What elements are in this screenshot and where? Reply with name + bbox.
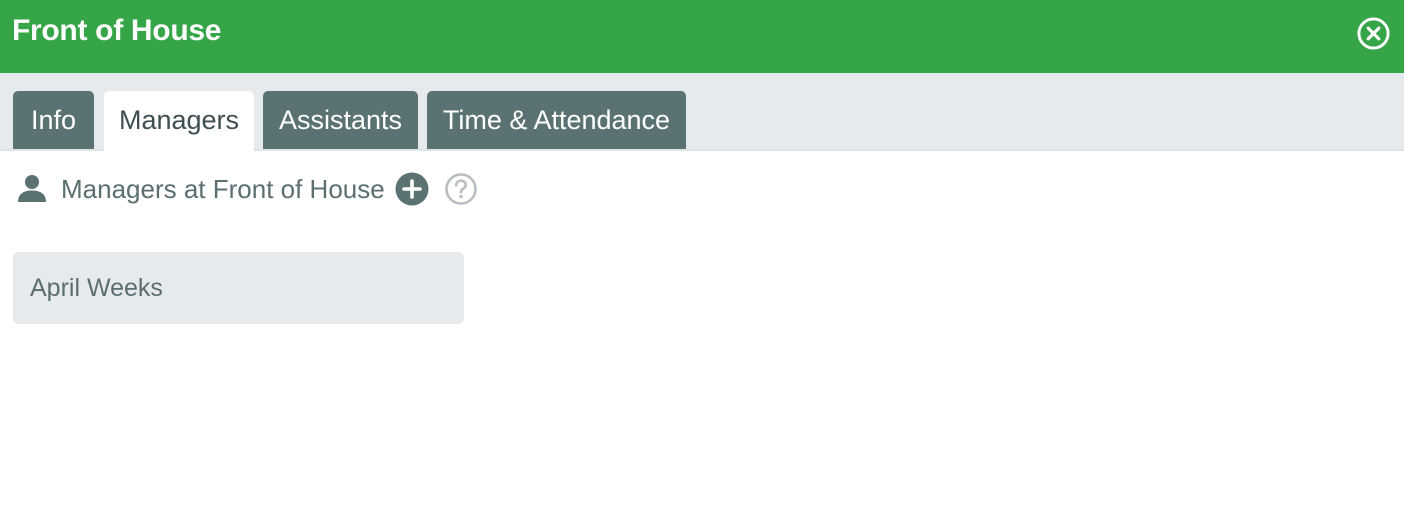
person-icon: [18, 175, 46, 202]
add-icon[interactable]: [395, 172, 429, 206]
tab-bar: Info Managers Assistants Time & Attendan…: [0, 73, 1404, 151]
window-title: Front of House: [12, 14, 222, 47]
section-title: Managers at Front of House: [61, 174, 385, 204]
help-icon[interactable]: [444, 172, 478, 206]
tab-time-attendance[interactable]: Time & Attendance: [427, 91, 686, 149]
tab-info[interactable]: Info: [13, 91, 94, 149]
managers-section-header: Managers at Front of House: [0, 168, 520, 210]
title-bar: Front of House: [0, 0, 1404, 73]
manager-name: April Weeks: [30, 274, 163, 302]
close-icon[interactable]: [1356, 16, 1391, 51]
tab-assistants[interactable]: Assistants: [263, 91, 418, 149]
tab-managers[interactable]: Managers: [104, 91, 254, 151]
manager-card[interactable]: April Weeks: [13, 252, 464, 324]
